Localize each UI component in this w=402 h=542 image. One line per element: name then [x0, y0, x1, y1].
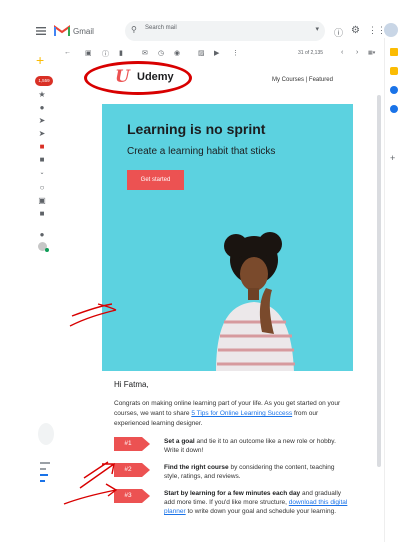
add-task-icon[interactable]: ◉	[174, 49, 180, 57]
new-meeting-icon[interactable]: ▣	[38, 197, 46, 205]
important-icon[interactable]: ➤	[38, 117, 46, 125]
compose-plus-icon[interactable]: +	[36, 53, 44, 67]
input-tools-icon[interactable]: ▦▾	[368, 50, 375, 56]
nav-links[interactable]: My Courses | Featured	[272, 77, 333, 83]
tips-link[interactable]: 5 Tips for Online Learning Success	[191, 410, 292, 417]
avatar[interactable]	[384, 23, 398, 37]
more-chevron-icon[interactable]: ⌄	[38, 169, 46, 177]
scrollbar-thumb[interactable]	[377, 95, 381, 467]
snooze-icon[interactable]: ◷	[158, 49, 164, 57]
annotation-circle	[84, 61, 192, 95]
gmail-top-bar: Gmail ⚲ Search mail ▾ ⓘ ⚙ ⋮⋮	[0, 0, 402, 41]
inbox-unread-badge[interactable]: 1,559	[35, 76, 53, 86]
step-heading: Find the right course	[164, 464, 229, 471]
more-options-icon[interactable]: ⋮	[232, 49, 239, 57]
menu-icon[interactable]	[36, 27, 46, 35]
back-arrow-icon[interactable]: ←	[64, 49, 71, 56]
search-options-icon[interactable]: ▾	[315, 25, 319, 33]
step-body-end: to write down your goal and schedule you…	[185, 508, 336, 515]
step-item: #3 Start by learning for a few minutes e…	[114, 489, 352, 533]
get-started-button[interactable]: Get started	[127, 170, 184, 190]
search-icon[interactable]: ⚲	[131, 25, 137, 34]
label-icon[interactable]: ■	[38, 156, 46, 164]
email-toolbar: ← ▣ ⓘ ▮ ✉ ◷ ◉ ▨ ▶ ⋮ 31 of 2,135 ‹ › ▦▾	[56, 44, 380, 64]
badge-arrow	[142, 437, 150, 451]
step-badge: #1	[114, 437, 142, 451]
sent-icon[interactable]: ➤	[38, 130, 46, 138]
join-meeting-icon[interactable]: ■	[38, 210, 46, 218]
calendar-icon[interactable]	[390, 48, 398, 56]
intro-paragraph: Congrats on making online learning part …	[114, 399, 348, 429]
contacts-icon[interactable]	[390, 105, 398, 113]
chat-panel-fragment	[38, 423, 54, 445]
newer-chevron-icon[interactable]: ‹	[341, 49, 343, 56]
older-chevron-icon[interactable]: ›	[356, 49, 358, 56]
step-heading: Set a goal	[164, 438, 195, 445]
move-to-icon[interactable]: ▨	[198, 49, 205, 57]
gmail-logo-icon[interactable]	[54, 25, 70, 37]
page-counter: 31 of 2,135	[298, 50, 324, 56]
hero-banner: Learning is no sprint Create a learning …	[102, 104, 353, 371]
settings-gear-icon[interactable]: ⚙	[351, 25, 360, 36]
side-text-fragment	[40, 462, 52, 492]
step-text: Start by learning for a few minutes each…	[164, 489, 348, 516]
starred-icon[interactable]: ★	[38, 91, 46, 99]
add-on-plus-icon[interactable]: +	[390, 153, 395, 163]
mark-unread-icon[interactable]: ✉	[142, 49, 148, 57]
annotation-arrow	[63, 483, 118, 505]
annotation-arrow	[69, 303, 117, 327]
online-status-dot	[45, 248, 49, 252]
hero-subtitle: Create a learning habit that sticks	[127, 146, 276, 157]
meet-icon[interactable]: ○	[38, 184, 46, 192]
step-text: Set a goal and tie it to an outcome like…	[164, 437, 348, 455]
right-side-panel: +	[384, 38, 402, 542]
snoozed-icon[interactable]: ●	[38, 104, 46, 112]
report-spam-icon[interactable]: ⓘ	[102, 49, 109, 59]
badge-arrow	[142, 489, 150, 503]
hangouts-icon[interactable]: ●	[38, 231, 46, 239]
step-text: Find the right course by considering the…	[164, 463, 348, 481]
gmail-brand: Gmail	[73, 27, 94, 36]
archive-icon[interactable]: ▣	[85, 49, 92, 57]
keep-icon[interactable]	[390, 67, 398, 75]
step-badge: #2	[114, 463, 142, 477]
delete-icon[interactable]: ▮	[119, 49, 123, 57]
help-icon[interactable]: ⓘ	[334, 26, 343, 39]
drafts-icon[interactable]: ■	[38, 143, 46, 151]
search-input[interactable]: Search mail	[145, 25, 177, 31]
hero-title: Learning is no sprint	[127, 121, 266, 137]
badge-arrow	[142, 463, 150, 477]
greeting: Hi Fatma,	[114, 380, 149, 389]
search-bar[interactable]: ⚲ Search mail ▾	[125, 21, 325, 41]
step-heading: Start by learning for a few minutes each…	[164, 490, 301, 497]
tasks-icon[interactable]	[390, 86, 398, 94]
woman-photo	[216, 232, 295, 371]
label-as-icon[interactable]: ▶	[214, 49, 219, 57]
